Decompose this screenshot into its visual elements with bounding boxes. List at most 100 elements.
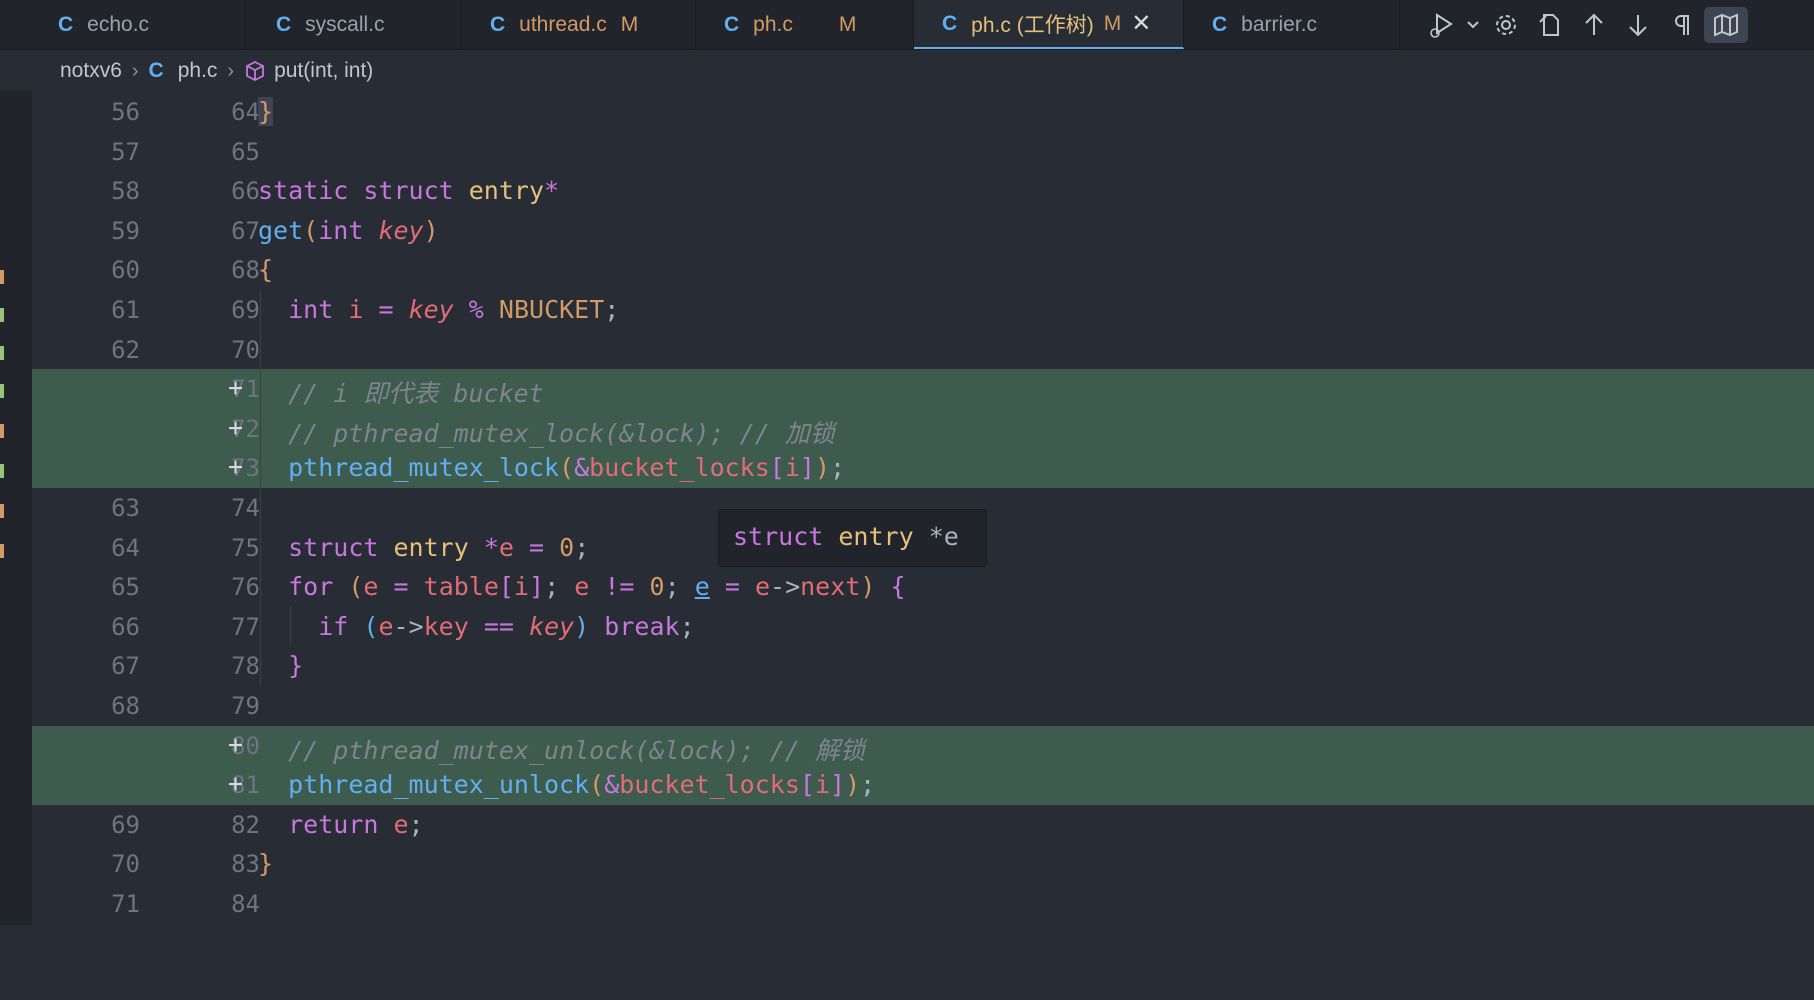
variable: e (378, 611, 394, 641)
modified-badge: M (620, 12, 639, 36)
gutter-mark (0, 424, 4, 438)
arrow-down-icon[interactable] (1616, 7, 1660, 43)
line-number-old: 57 (111, 137, 140, 166)
bracket: [ (498, 572, 514, 602)
paren: ( (303, 215, 319, 245)
chevron-down-icon[interactable] (1462, 7, 1484, 43)
gutter-mark (0, 346, 4, 360)
macro: NBUCKET (498, 295, 605, 324)
operator: != (604, 572, 635, 602)
indent-guide (260, 290, 261, 686)
tab-barrier-c[interactable]: C barrier.c (1184, 0, 1400, 49)
diff-added-marker: + (228, 769, 244, 799)
line-number-old: 62 (111, 335, 140, 364)
breadcrumb-symbol[interactable]: put(int, int) (274, 59, 373, 83)
punctuation: ; (664, 572, 680, 602)
function-name: get (258, 215, 304, 245)
variable: i (513, 572, 530, 602)
bracket: [ (799, 770, 815, 800)
line-number-old: 65 (111, 573, 140, 602)
line-number-new: 84 (231, 890, 260, 918)
operator: = (393, 572, 409, 602)
paren: ) (845, 770, 861, 800)
hover-tooltip: struct entry *e (718, 509, 987, 567)
line-number-new: 82 (231, 810, 260, 839)
operator: = (529, 532, 545, 562)
line-number-old: 64 (111, 533, 140, 562)
tab-bar: C echo.c C syscall.c C uthread.c M C ph.… (0, 0, 1814, 50)
gutter-mark (0, 464, 4, 478)
tab-syscall-c[interactable]: C syscall.c (246, 0, 462, 49)
arrow-up-icon[interactable] (1572, 7, 1616, 43)
line-number-new: 68 (231, 256, 260, 285)
tab-label: syscall.c (305, 12, 385, 36)
gutter-mark (0, 270, 4, 284)
tab-label: echo.c (87, 12, 150, 36)
line-number-old: 58 (111, 177, 140, 206)
variable: i (784, 453, 800, 483)
bracket: [ (769, 453, 785, 483)
tab-ph-c[interactable]: C ph.c M (696, 0, 914, 49)
line-number-new: 67 (231, 216, 260, 245)
code-line: 62 70 (32, 330, 1814, 370)
breadcrumb-folder[interactable]: notxv6 (60, 59, 122, 83)
code-line: 70 83 } (32, 844, 1814, 884)
paren: ) (574, 611, 590, 641)
minimap-icon[interactable] (1704, 6, 1748, 43)
operator: % (468, 295, 484, 324)
line-number-new: 75 (231, 533, 260, 562)
brace: { (258, 255, 274, 285)
c-file-icon: C (724, 12, 740, 36)
code-line-added: 73 + pthread_mutex_lock(&bucket_locks[i]… (32, 448, 1814, 488)
line-number-old: 67 (111, 652, 140, 681)
punctuation: ; (679, 611, 695, 641)
breadcrumb-file[interactable]: ph.c (178, 59, 218, 83)
number: 0 (649, 572, 665, 602)
operator: = (378, 295, 394, 324)
field: key (423, 611, 469, 641)
line-number-new: 69 (231, 296, 260, 324)
paren: ( (559, 453, 575, 483)
variable: e (574, 572, 590, 602)
bracket: ] (830, 770, 846, 800)
keyword: static (258, 176, 349, 206)
gear-icon[interactable] (1484, 7, 1528, 43)
diff-added-marker: + (228, 452, 244, 482)
line-number-new: 70 (231, 335, 260, 364)
tab-echo-c[interactable]: C echo.c (0, 0, 246, 49)
punctuation: ; (544, 572, 560, 602)
type-name: entry (468, 176, 545, 206)
open-changes-icon[interactable] (1528, 7, 1572, 43)
run-debug-icon[interactable] (1420, 7, 1462, 43)
punctuation: ; (860, 770, 876, 800)
parameter: key (378, 215, 424, 245)
hovered-variable[interactable]: e (695, 572, 710, 601)
paren: ( (589, 770, 605, 800)
editor-toolbar (1420, 0, 1748, 49)
line-number-new: 78 (231, 652, 260, 681)
line-number-old: 66 (111, 612, 140, 641)
tooltip-type: entry (838, 522, 914, 551)
paren: ) (814, 453, 831, 483)
keyword: if (318, 611, 349, 641)
operator: == (483, 611, 514, 641)
line-number-old: 59 (111, 216, 140, 245)
number: 0 (559, 532, 575, 562)
code-line-added: 81 + pthread_mutex_unlock(&bucket_locks[… (32, 765, 1814, 805)
function-name: pthread_mutex_unlock (288, 770, 590, 800)
close-icon[interactable]: ✕ (1131, 9, 1151, 38)
pilcrow-icon[interactable] (1660, 7, 1704, 43)
tab-uthread-c[interactable]: C uthread.c M (462, 0, 696, 49)
code-line: 68 79 (32, 686, 1814, 726)
line-number-new: 74 (231, 494, 260, 522)
line-number-old: 70 (111, 850, 140, 879)
keyword: break (604, 611, 680, 641)
code-line: 69 82 return e; (32, 805, 1814, 845)
breadcrumb: notxv6 › C ph.c › put(int, int) (60, 50, 373, 92)
arrow-operator: -> (770, 572, 801, 602)
code-line-added: 72 + // pthread_mutex_lock(&lock); // 加锁 (32, 408, 1814, 449)
brace: { (890, 572, 906, 602)
variable: e (498, 532, 514, 562)
line-number-new: 64 (231, 98, 260, 126)
tab-ph-c-worktree[interactable]: C ph.c (工作树) M ✕ (914, 0, 1184, 49)
